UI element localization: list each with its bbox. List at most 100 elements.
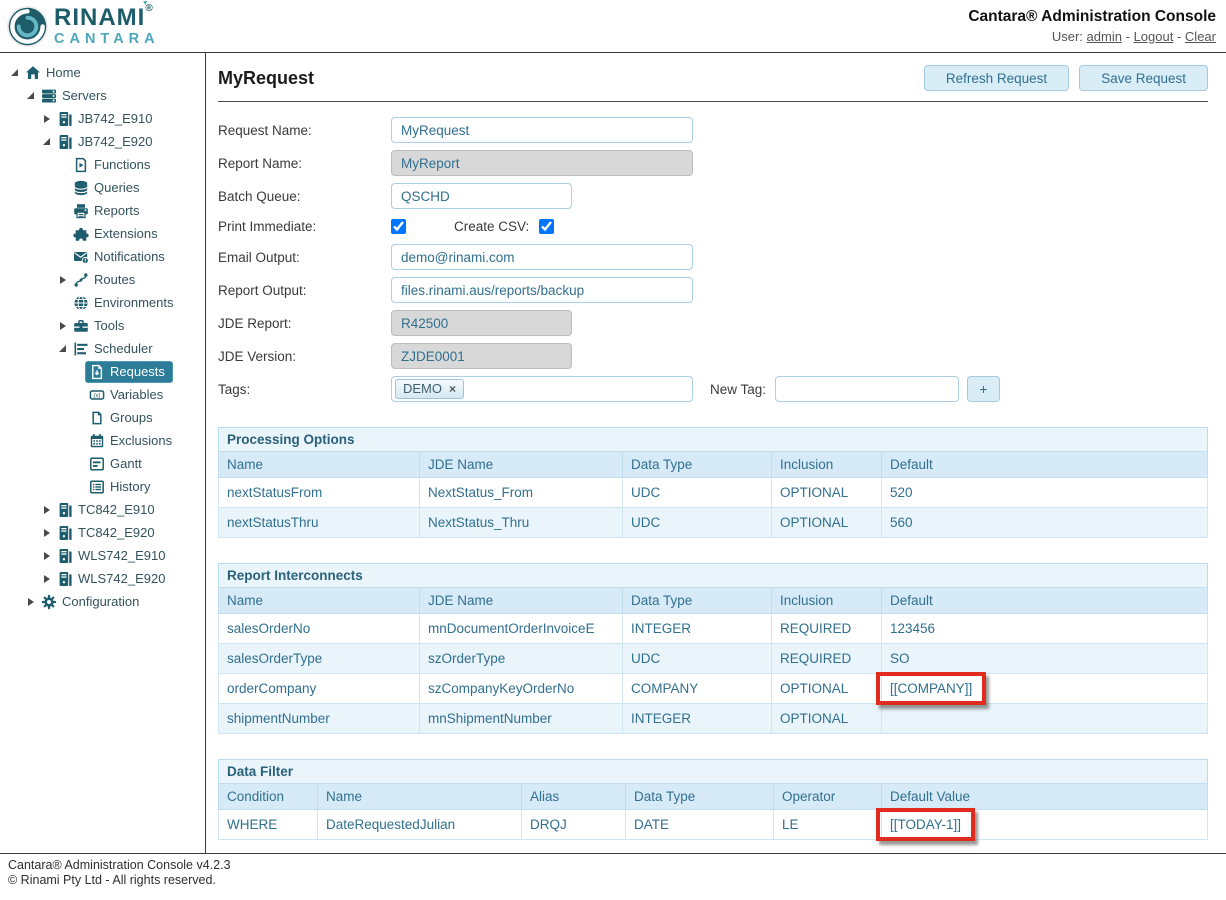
table-cell: 123456 (882, 614, 1208, 644)
request-name-input[interactable] (391, 117, 693, 143)
tree-item-label: Requests (110, 364, 165, 379)
tree-item-label: Exclusions (110, 433, 172, 448)
table-header-row: ConditionNameAliasData TypeOperatorDefau… (219, 784, 1208, 810)
navigation-tree: Home Servers JB742_E910JB742_E920 Functions… (0, 61, 205, 613)
sidebar-item-home[interactable]: Home (0, 61, 205, 84)
column-header: Operator (774, 784, 882, 810)
column-header: Default (882, 588, 1208, 614)
table-cell: NextStatus_From (420, 478, 623, 508)
table-cell: OPTIONAL (772, 674, 882, 704)
table-cell: OPTIONAL (772, 508, 882, 538)
tree-expand-arrow[interactable] (56, 276, 69, 284)
add-tag-button[interactable]: + (967, 376, 1000, 402)
tree-expand-arrow[interactable] (56, 322, 69, 330)
sidebar-item-routes[interactable]: Routes (0, 268, 205, 291)
footer-version: Cantara® Administration Console v4.2.3 (8, 858, 1218, 873)
app-header: RINAMI▼® CANTARA Cantara® Administration… (0, 0, 1226, 53)
table-row[interactable]: shipmentNumbermnShipmentNumberINTEGEROPT… (219, 704, 1208, 734)
report-name-label: Report Name: (218, 156, 391, 171)
sidebar-item-extensions[interactable]: Extensions (0, 222, 205, 245)
table-row[interactable]: orderCompanyszCompanyKeyOrderNoCOMPANYOP… (219, 674, 1208, 704)
table-cell: UDC (623, 478, 772, 508)
table-cell: mnDocumentOrderInvoiceE (420, 614, 623, 644)
tree-item-label: Routes (94, 272, 135, 287)
print-immediate-checkbox[interactable] (391, 219, 406, 234)
sidebar-item-scheduler[interactable]: Scheduler (0, 337, 205, 360)
tree-item-label: TC842_E910 (78, 502, 155, 517)
sidebar-item-gantt[interactable]: Gantt (0, 452, 205, 475)
sidebar-item-environments[interactable]: Environments (0, 291, 205, 314)
tree-expand-arrow[interactable] (40, 506, 53, 514)
sidebar-item-history[interactable]: History (0, 475, 205, 498)
sidebar-item-tc842-e910[interactable]: TC842_E910 (0, 498, 205, 521)
table-row[interactable]: WHEREDateRequestedJulianDRQJDATELE[[TODA… (219, 810, 1208, 840)
footer-copyright: © Rinami Pty Ltd - All rights reserved. (8, 873, 1218, 888)
clear-link[interactable]: Clear (1185, 29, 1216, 44)
sidebar-item-exclusions[interactable]: Exclusions (0, 429, 205, 452)
main-panel: MyRequest Refresh Request Save Request R… (206, 53, 1226, 853)
sidebar-item-queries[interactable]: Queries (0, 176, 205, 199)
server-icon (57, 134, 73, 150)
sidebar-item-jb742-e910[interactable]: JB742_E910 (0, 107, 205, 130)
table-row[interactable]: salesOrderTypeszOrderTypeUDCREQUIREDSO (219, 644, 1208, 674)
tree-item-label: Servers (62, 88, 107, 103)
table-header-row: NameJDE NameData TypeInclusionDefault (219, 452, 1208, 478)
table-row[interactable]: nextStatusThruNextStatus_ThruUDCOPTIONAL… (219, 508, 1208, 538)
table-cell: mnShipmentNumber (420, 704, 623, 734)
sidebar-item-configuration[interactable]: Configuration (0, 590, 205, 613)
tree-expand-arrow[interactable] (40, 552, 53, 560)
tree-expand-arrow[interactable] (40, 529, 53, 537)
user-link[interactable]: admin (1087, 29, 1122, 44)
jde-report-input (391, 310, 572, 336)
sidebar-item-notifications[interactable]: Notifications (0, 245, 205, 268)
tag-text: DEMO (403, 381, 442, 396)
sidebar-item-wls742-e920[interactable]: WLS742_E920 (0, 567, 205, 590)
tree-expand-arrow[interactable] (40, 115, 53, 123)
jde-version-input (391, 343, 572, 369)
table-cell (882, 704, 1208, 734)
tools-icon (73, 318, 89, 334)
email-output-label: Email Output: (218, 250, 391, 265)
table-cell: REQUIRED (772, 644, 882, 674)
remove-tag-icon[interactable]: × (449, 382, 456, 396)
table-cell: orderCompany (219, 674, 420, 704)
create-csv-checkbox[interactable] (539, 219, 554, 234)
create-csv-label: Create CSV: (454, 219, 529, 234)
sidebar-item-groups[interactable]: Groups (0, 406, 205, 429)
sidebar-item-tools[interactable]: Tools (0, 314, 205, 337)
table-row[interactable]: salesOrderNomnDocumentOrderInvoiceEINTEG… (219, 614, 1208, 644)
sidebar-item-servers[interactable]: Servers (0, 84, 205, 107)
sidebar-item-variables[interactable]: (x)Variables (0, 383, 205, 406)
tree-item-label: WLS742_E920 (78, 571, 165, 586)
save-request-button[interactable]: Save Request (1079, 65, 1208, 91)
tree-expand-arrow[interactable] (8, 69, 21, 76)
column-header: Default (882, 452, 1208, 478)
batch-queue-input[interactable] (391, 183, 572, 209)
tree-expand-arrow[interactable] (40, 575, 53, 583)
column-header: Name (318, 784, 522, 810)
column-header: Data Type (623, 452, 772, 478)
new-tag-input[interactable] (775, 376, 959, 402)
sidebar-item-reports[interactable]: Reports (0, 199, 205, 222)
tags-input[interactable]: DEMO × (391, 376, 693, 402)
sidebar-item-functions[interactable]: Functions (0, 153, 205, 176)
sidebar-item-requests[interactable]: Requests (0, 360, 205, 383)
table-cell: LE (774, 810, 882, 840)
sidebar-item-wls742-e910[interactable]: WLS742_E910 (0, 544, 205, 567)
tree-item-label: Functions (94, 157, 150, 172)
report-output-input[interactable] (391, 277, 693, 303)
sidebar-item-tc842-e920[interactable]: TC842_E920 (0, 521, 205, 544)
tree-expand-arrow[interactable] (24, 92, 37, 99)
report-name-input (391, 150, 693, 176)
logout-link[interactable]: Logout (1134, 29, 1174, 44)
tree-expand-arrow[interactable] (24, 598, 37, 606)
tree-item-label: Configuration (62, 594, 139, 609)
tree-expand-arrow[interactable] (56, 345, 69, 352)
refresh-request-button[interactable]: Refresh Request (924, 65, 1069, 91)
table-cell: [[COMPANY]] (882, 674, 1208, 704)
table-row[interactable]: nextStatusFromNextStatus_FromUDCOPTIONAL… (219, 478, 1208, 508)
sidebar-item-jb742-e920[interactable]: JB742_E920 (0, 130, 205, 153)
tree-expand-arrow[interactable] (40, 138, 53, 145)
column-header: Inclusion (772, 452, 882, 478)
email-output-input[interactable] (391, 244, 693, 270)
